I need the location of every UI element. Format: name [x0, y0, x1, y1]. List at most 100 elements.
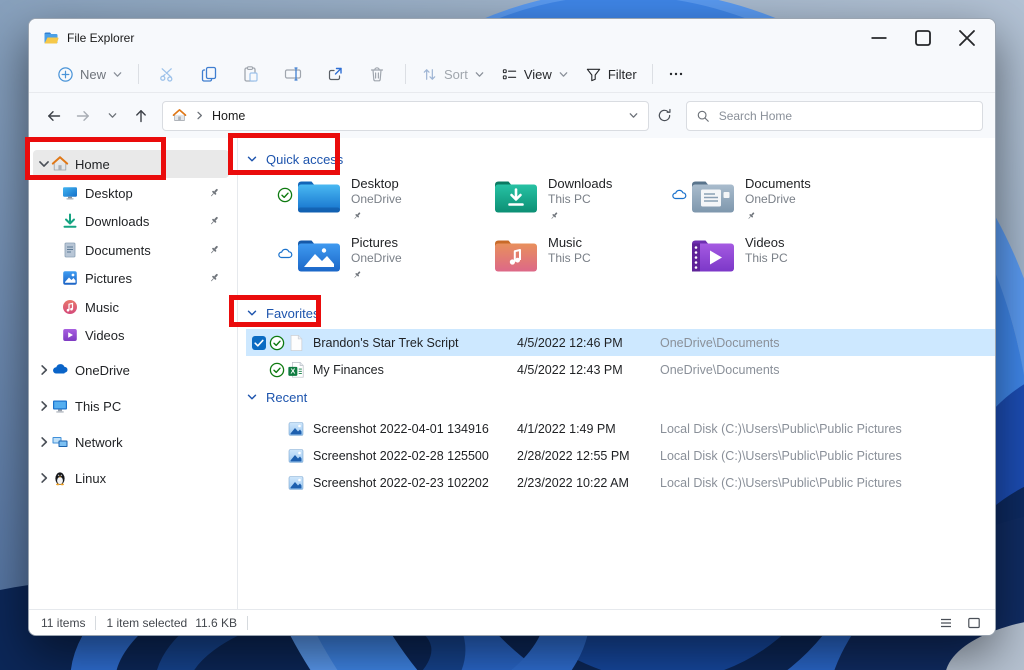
file-image-icon — [287, 474, 305, 492]
details-view-button[interactable] — [937, 614, 955, 632]
tile-location: OneDrive — [351, 251, 402, 266]
sort-button[interactable]: Sort — [413, 59, 493, 89]
tile-music[interactable]: MusicThis PC — [471, 234, 668, 293]
address-bar[interactable]: Home — [162, 101, 649, 131]
cut-icon — [158, 65, 176, 83]
sidebar-item-label: Desktop — [85, 186, 207, 201]
command-bar: New Sort View Filter — [29, 56, 995, 93]
sidebar-item-documents[interactable]: Documents — [33, 236, 229, 264]
sidebar-item-label: Downloads — [85, 214, 207, 229]
up-button[interactable] — [128, 103, 154, 129]
cut-button[interactable] — [146, 59, 188, 89]
forward-button[interactable] — [70, 103, 96, 129]
content-pane: Quick access DesktopOneDriveDownloadsThi… — [238, 138, 995, 609]
minimize-button[interactable] — [869, 28, 889, 48]
sidebar-item-videos[interactable]: Videos — [33, 321, 229, 349]
sync-slot — [471, 246, 493, 262]
refresh-icon — [657, 108, 672, 123]
tile-text: DownloadsThis PC — [548, 175, 612, 222]
address-dropdown-icon[interactable] — [628, 110, 639, 121]
search-input[interactable] — [717, 108, 973, 124]
favorites-rows: Brandon's Star Trek Script4/5/2022 12:46… — [246, 329, 995, 383]
sync-slot — [668, 246, 690, 262]
maximize-button[interactable] — [913, 28, 933, 48]
back-icon — [46, 108, 62, 124]
forward-icon — [75, 108, 91, 124]
sidebar-item-linux[interactable]: Linux — [33, 464, 229, 492]
tile-location: This PC — [548, 251, 591, 266]
tile-documents[interactable]: DocumentsOneDrive — [668, 175, 865, 234]
date-modified: 4/5/2022 12:46 PM — [517, 336, 660, 350]
tile-pictures[interactable]: PicturesOneDrive — [274, 234, 471, 293]
more-options-button[interactable] — [660, 59, 692, 89]
share-button[interactable] — [314, 59, 356, 89]
favorites-header[interactable]: Favorites — [246, 303, 319, 323]
list-item-screenshot-2022-02-28-125500[interactable]: Screenshot 2022-02-28 1255002/28/2022 12… — [246, 442, 995, 469]
sidebar-item-music[interactable]: Music — [33, 293, 229, 321]
rename-icon — [284, 65, 302, 83]
date-modified: 4/5/2022 12:43 PM — [517, 363, 660, 377]
chevron-down-icon — [112, 69, 123, 80]
search-box — [686, 101, 983, 131]
sidebar-item-network[interactable]: Network — [33, 428, 229, 456]
checkbox-slot — [251, 475, 267, 491]
chevron-right-icon — [37, 363, 51, 377]
search-icon — [696, 109, 710, 123]
tile-videos[interactable]: VideosThis PC — [668, 234, 865, 293]
pin-icon — [207, 186, 221, 200]
filter-icon — [585, 66, 602, 83]
breadcrumb[interactable]: Home — [212, 109, 245, 123]
sidebar-item-downloads[interactable]: Downloads — [33, 207, 229, 235]
tile-text: VideosThis PC — [745, 234, 788, 266]
sidebar-item-label: OneDrive — [75, 363, 229, 378]
large-thumbnails-view-button[interactable] — [965, 614, 983, 632]
delete-button[interactable] — [356, 59, 398, 89]
file-name: Screenshot 2022-04-01 134916 — [313, 422, 517, 436]
sync-slot — [269, 448, 285, 464]
tile-desktop[interactable]: DesktopOneDrive — [274, 175, 471, 234]
window-controls — [869, 28, 985, 48]
file-image-icon — [287, 420, 305, 438]
paste-icon — [242, 65, 260, 83]
refresh-button[interactable] — [652, 103, 678, 129]
explorer-body: HomeDesktopDownloadsDocumentsPicturesMus… — [29, 138, 995, 609]
view-button[interactable]: View — [493, 59, 577, 89]
sync-slot — [269, 421, 285, 437]
rename-button[interactable] — [272, 59, 314, 89]
sidebar-item-desktop[interactable]: Desktop — [33, 179, 229, 207]
list-item-my-finances[interactable]: XMy Finances4/5/2022 12:43 PMOneDrive\Do… — [246, 356, 995, 383]
tile-name: Desktop — [351, 176, 402, 192]
sidebar: Home Desktop Downloads DocumentsPicturesMus… — [29, 138, 238, 609]
close-button[interactable] — [957, 28, 977, 48]
list-item-brandon-s-star-trek-script[interactable]: Brandon's Star Trek Script4/5/2022 12:46… — [246, 329, 995, 356]
new-button[interactable]: New — [49, 59, 131, 89]
chevron-right-icon — [37, 435, 51, 449]
copy-button[interactable] — [188, 59, 230, 89]
list-item-screenshot-2022-04-01-134916[interactable]: Screenshot 2022-04-01 1349164/1/2022 1:4… — [246, 415, 995, 442]
file-location: OneDrive\Documents — [660, 336, 995, 350]
chevron-right-icon — [194, 110, 205, 121]
chevron-right-icon — [37, 399, 51, 413]
details-view-icon — [939, 616, 953, 630]
new-plus-icon — [57, 66, 74, 83]
chevron-down-icon — [107, 110, 118, 121]
toolbar-separator — [405, 64, 406, 84]
sidebar-item-this-pc[interactable]: This PC — [33, 392, 229, 420]
sidebar-item-onedrive[interactable]: OneDrive — [33, 356, 229, 384]
list-item-screenshot-2022-02-23-102202[interactable]: Screenshot 2022-02-23 1022022/23/2022 10… — [246, 469, 995, 496]
back-button[interactable] — [41, 103, 67, 129]
checkbox-slot — [251, 421, 267, 437]
paste-button[interactable] — [230, 59, 272, 89]
file-excel-icon: X — [287, 361, 305, 379]
toolbar-separator — [138, 64, 139, 84]
recent-locations-button[interactable] — [99, 103, 125, 129]
sidebar-item-pictures[interactable]: Pictures — [33, 264, 229, 292]
sync-check-icon — [269, 362, 285, 378]
tile-downloads[interactable]: DownloadsThis PC — [471, 175, 668, 234]
quick-access-header[interactable]: Quick access — [246, 149, 343, 169]
tile-location: This PC — [745, 251, 788, 266]
tile-text: DocumentsOneDrive — [745, 175, 811, 222]
recent-header[interactable]: Recent — [246, 387, 307, 407]
sidebar-item-home[interactable]: Home — [33, 150, 229, 178]
filter-button[interactable]: Filter — [577, 59, 645, 89]
